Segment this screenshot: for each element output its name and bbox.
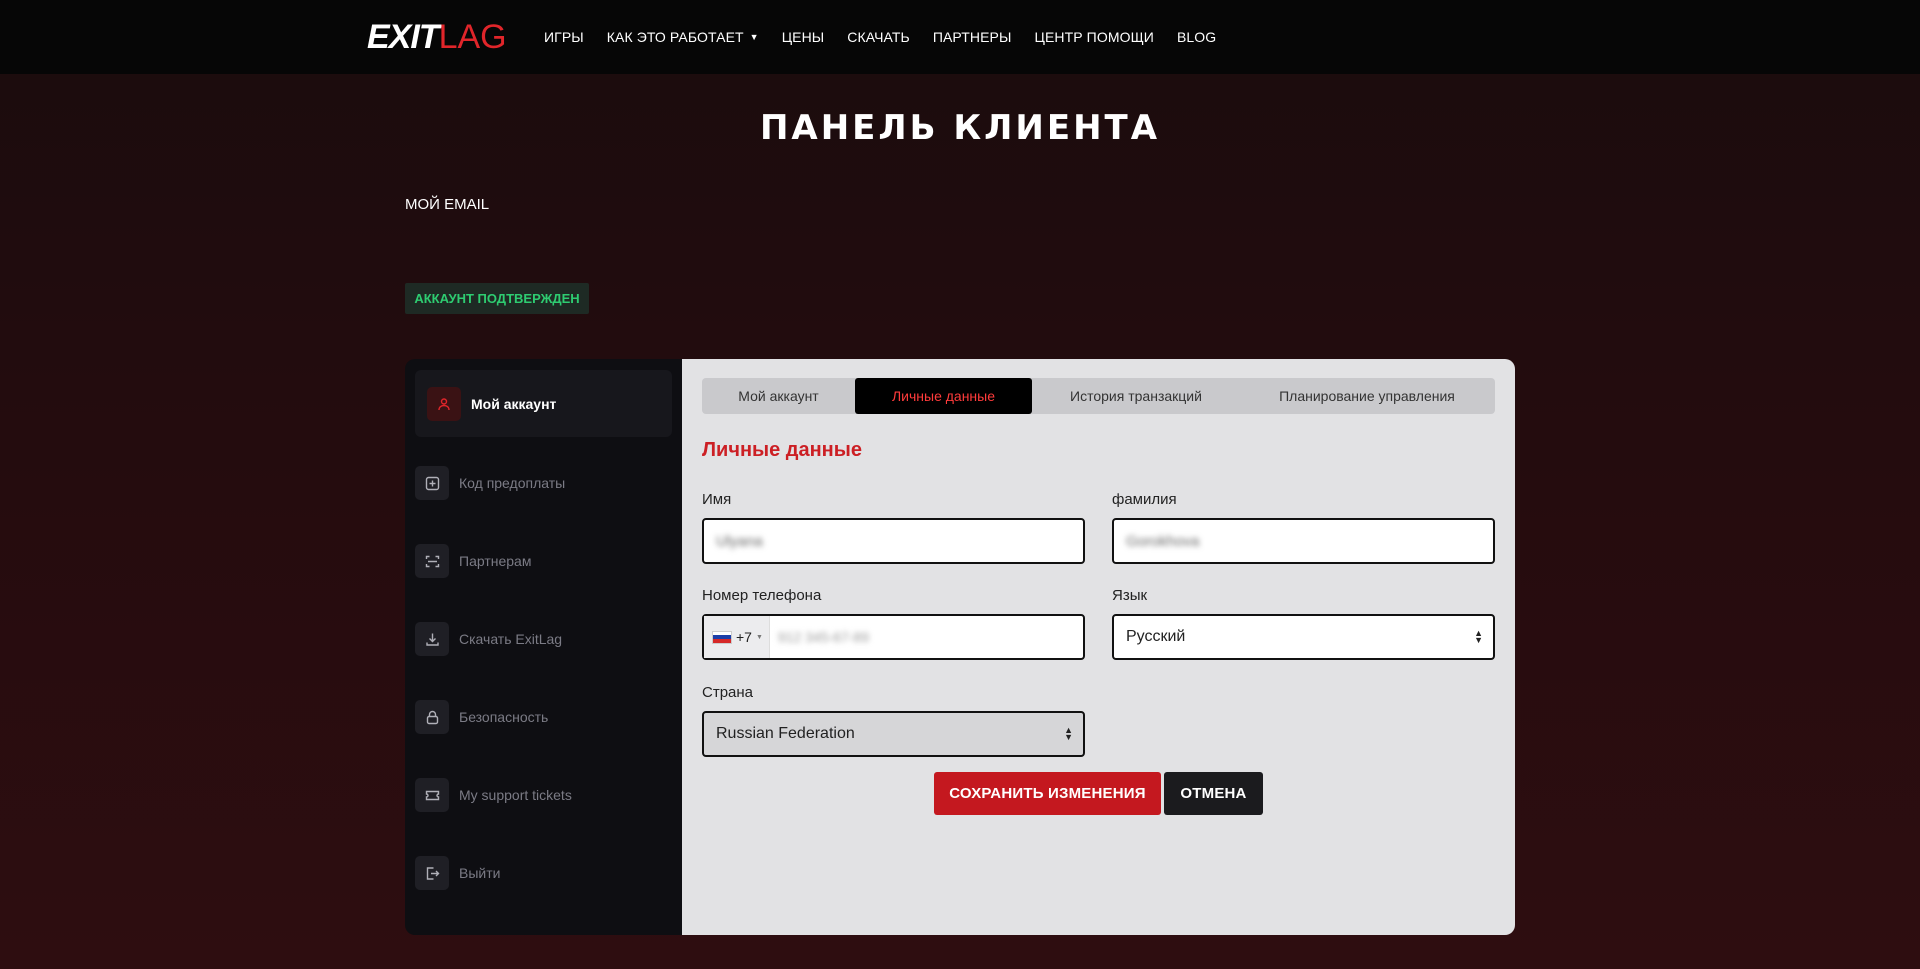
nav-link-games[interactable]: ИГРЫ xyxy=(544,29,584,45)
sidebar-item-label: My support tickets xyxy=(459,787,572,803)
russia-flag-icon xyxy=(712,630,732,644)
scan-icon xyxy=(415,544,449,578)
first-name-label: Имя xyxy=(702,491,732,508)
nav-links: ИГРЫ КАК ЭТО РАБОТАЕТ ▼ ЦЕНЫ СКАЧАТЬ ПАР… xyxy=(544,0,1239,74)
account-verified-badge: АККАУНТ ПОДТВЕРЖДЕН xyxy=(405,283,589,314)
email-label: МОЙ EMAIL xyxy=(405,196,490,213)
first-name-value: Ulyana xyxy=(716,532,763,550)
chevron-down-icon: ▼ xyxy=(755,633,763,641)
language-label: Язык xyxy=(1112,587,1148,604)
last-name-value: Gorokhova xyxy=(1126,532,1200,550)
nav-link-how-it-works-label: КАК ЭТО РАБОТАЕТ xyxy=(606,29,744,45)
country-value: Russian Federation xyxy=(716,725,855,742)
sidebar-item-label: Мой аккаунт xyxy=(471,395,557,412)
page-title: ПАНЕЛЬ КЛИЕНТА xyxy=(759,108,1161,148)
exitlag-logo[interactable]: EXIT LAG xyxy=(367,18,507,56)
user-icon xyxy=(427,386,461,421)
sidebar-item-logout[interactable]: Выйти xyxy=(415,856,672,890)
top-navbar: EXIT LAG ИГРЫ КАК ЭТО РАБОТАЕТ ▼ ЦЕНЫ СК… xyxy=(0,0,1920,74)
last-name-label: фамилия xyxy=(1112,491,1177,508)
phone-code: +7 xyxy=(736,629,752,645)
sidebar-item-my-account[interactable]: Мой аккаунт xyxy=(415,370,672,437)
language-select[interactable]: Русский ▲ ▼ xyxy=(1112,614,1495,660)
save-changes-button[interactable]: СОХРАНИТЬ ИЗМЕНЕНИЯ xyxy=(934,772,1161,815)
last-name-field[interactable]: Gorokhova xyxy=(1112,518,1495,564)
sidebar: Мой аккаунт Код предоплаты Партнерам Ска… xyxy=(405,359,682,935)
sidebar-item-label: Скачать ExitLag xyxy=(459,631,563,647)
nav-link-help-center[interactable]: ЦЕНТР ПОМОЩИ xyxy=(1034,29,1153,45)
tab-personal-data[interactable]: Личные данные xyxy=(855,378,1032,414)
ticket-icon xyxy=(415,778,449,812)
tab-bar: Мой аккаунт Личные данные История транза… xyxy=(702,378,1495,414)
tab-management-planning[interactable]: Планирование управления xyxy=(1240,378,1494,414)
sidebar-item-label: Код предоплаты xyxy=(459,475,566,491)
sidebar-item-label: Безопасность xyxy=(459,709,549,725)
country-code-selector[interactable]: +7 ▼ xyxy=(704,616,770,658)
nav-link-blog[interactable]: BLOG xyxy=(1177,29,1216,45)
chevron-down-icon: ▼ xyxy=(749,32,759,42)
nav-link-download[interactable]: СКАЧАТЬ xyxy=(847,29,910,45)
sidebar-item-partners[interactable]: Партнерам xyxy=(415,544,672,578)
logout-icon xyxy=(415,856,449,890)
tab-my-account[interactable]: Мой аккаунт xyxy=(702,378,855,414)
sidebar-item-download[interactable]: Скачать ExitLag xyxy=(415,622,672,656)
sort-arrows-icon: ▲ ▼ xyxy=(1474,628,1483,645)
plus-square-icon xyxy=(415,466,449,500)
section-title: Личные данные xyxy=(702,439,862,461)
sidebar-item-label: Выйти xyxy=(459,865,501,881)
main-content: Мой аккаунт Личные данные История транза… xyxy=(682,359,1515,935)
sort-arrows-icon: ▲ ▼ xyxy=(1064,725,1073,742)
sidebar-item-support-tickets[interactable]: My support tickets xyxy=(415,778,672,812)
lock-icon xyxy=(415,700,449,734)
phone-field[interactable]: +7 ▼ 912 345-67-89 xyxy=(702,614,1085,660)
nav-link-partners[interactable]: ПАРТНЕРЫ xyxy=(933,29,1012,45)
tab-transaction-history[interactable]: История транзакций xyxy=(1032,378,1240,414)
cancel-button[interactable]: ОТМЕНА xyxy=(1164,772,1263,815)
logo-lag-text: LAG xyxy=(438,17,507,56)
country-select[interactable]: Russian Federation ▲ ▼ xyxy=(702,711,1085,757)
phone-placeholder: 912 345-67-89 xyxy=(777,629,869,645)
download-icon xyxy=(415,622,449,656)
sidebar-item-label: Партнерам xyxy=(459,553,532,569)
logo-exit-text: EXIT xyxy=(367,17,440,56)
sidebar-item-prepaid-code[interactable]: Код предоплаты xyxy=(415,466,672,500)
sidebar-item-security[interactable]: Безопасность xyxy=(415,700,672,734)
phone-label: Номер телефона xyxy=(702,587,822,604)
first-name-field[interactable]: Ulyana xyxy=(702,518,1085,564)
client-panel: Мой аккаунт Код предоплаты Партнерам Ска… xyxy=(405,359,1515,935)
nav-link-prices[interactable]: ЦЕНЫ xyxy=(782,29,825,45)
country-label: Страна xyxy=(702,684,754,701)
language-value: Русский xyxy=(1126,628,1186,645)
nav-link-how-it-works[interactable]: КАК ЭТО РАБОТАЕТ ▼ xyxy=(607,29,759,45)
